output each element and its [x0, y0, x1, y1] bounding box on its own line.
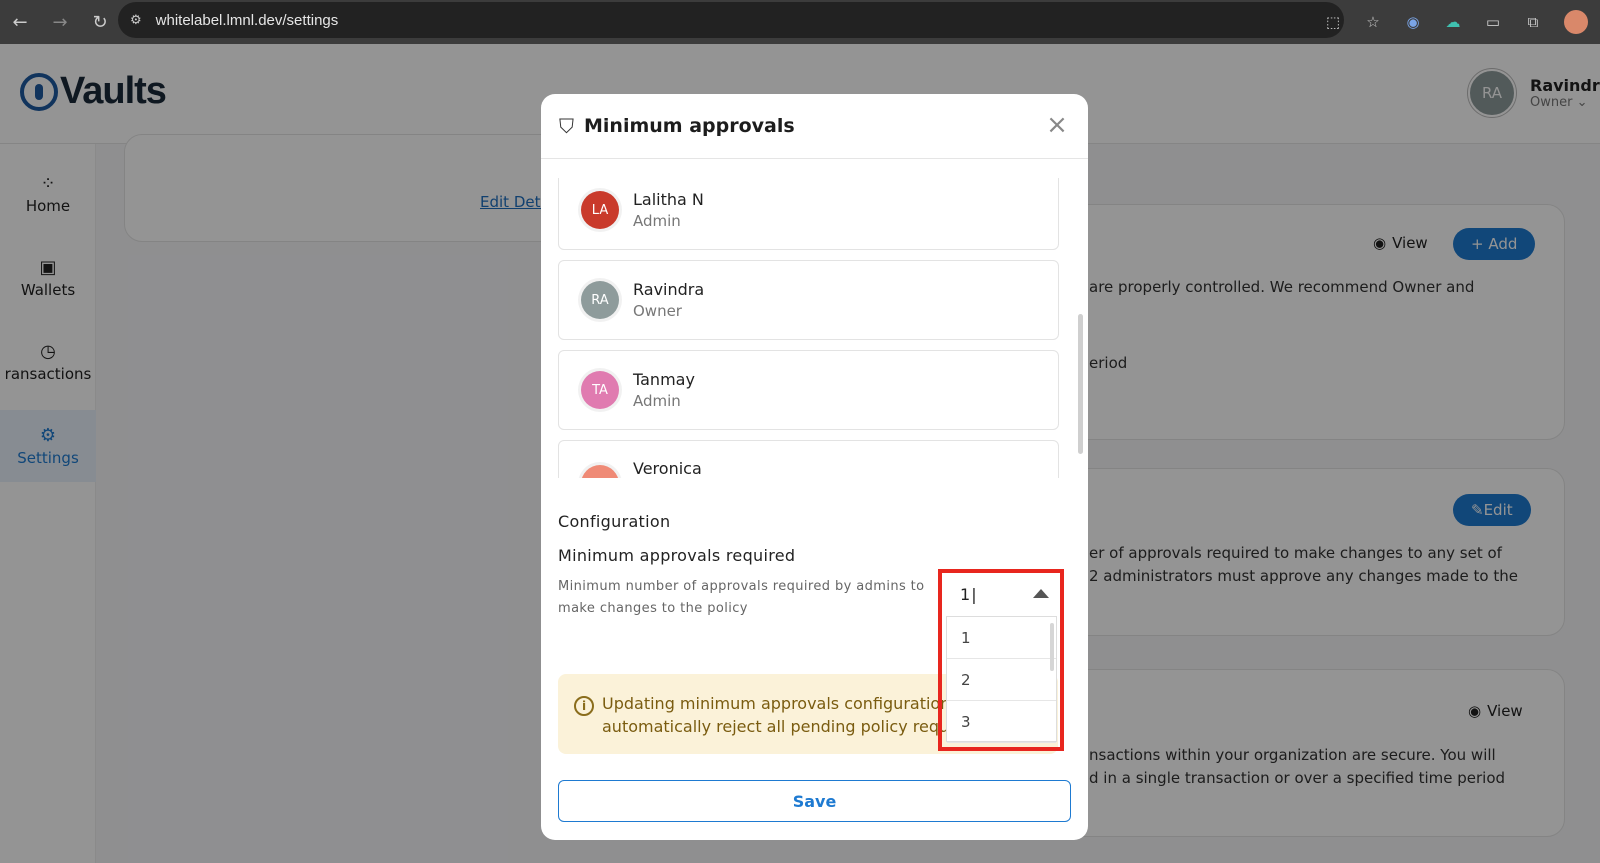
info-icon: i	[574, 696, 594, 716]
shield-icon: ⛉	[559, 114, 574, 138]
list-item[interactable]: LA Lalitha N Admin	[558, 178, 1059, 250]
member-role: Admin	[633, 212, 681, 230]
avatar: RA	[581, 281, 619, 319]
member-name: Tanmay	[633, 370, 695, 389]
cast-icon[interactable]: ▭	[1484, 13, 1502, 31]
member-role: Admin	[633, 392, 681, 410]
list-item[interactable]: TA Tanmay Admin	[558, 350, 1059, 430]
list-item[interactable]: Veronica	[558, 440, 1059, 478]
forward-icon[interactable]: →	[40, 0, 80, 44]
member-list-scrollbar[interactable]	[1078, 314, 1083, 454]
member-name: Lalitha N	[633, 190, 704, 209]
extension-cloud-icon[interactable]: ☁	[1444, 13, 1462, 31]
member-name: Veronica	[633, 459, 702, 478]
highlight-box	[938, 569, 1064, 751]
extension-icon[interactable]: ◉	[1404, 13, 1422, 31]
list-item[interactable]: RA Ravindra Owner	[558, 260, 1059, 340]
warning-line: automatically reject all pending policy …	[602, 717, 952, 736]
browser-toolbar: ← → ↻ ⚙ whitelabel.lmnl.dev/settings ⬚ ☆…	[0, 0, 1600, 44]
avatar: TA	[581, 371, 619, 409]
section-title: Configuration	[558, 512, 671, 531]
setting-description: Minimum number of approvals required by …	[558, 579, 925, 616]
back-icon[interactable]: ←	[0, 0, 40, 44]
install-app-icon[interactable]: ⬚	[1324, 13, 1342, 31]
member-list[interactable]: LA Lalitha N Admin RA Ravindra Owner TA …	[541, 178, 1088, 478]
setting-title: Minimum approvals required	[558, 546, 796, 565]
site-settings-icon[interactable]: ⚙	[130, 13, 142, 28]
member-name: Ravindra	[633, 280, 705, 299]
close-icon[interactable]: ×	[1044, 112, 1070, 138]
save-button[interactable]: Save	[558, 780, 1071, 822]
browser-profile-avatar[interactable]	[1564, 10, 1588, 34]
bookmark-star-icon[interactable]: ☆	[1364, 13, 1382, 31]
address-bar[interactable]: ⚙ whitelabel.lmnl.dev/settings	[118, 2, 1344, 38]
reload-icon[interactable]: ↻	[80, 0, 120, 44]
modal-header: ⛉ Minimum approvals ×	[541, 94, 1088, 159]
minimum-approvals-modal: ⛉ Minimum approvals × LA Lalitha N Admin…	[541, 94, 1088, 840]
extensions-puzzle-icon[interactable]: ⧉	[1524, 13, 1542, 31]
modal-title: Minimum approvals	[584, 115, 795, 137]
member-role: Owner	[633, 302, 682, 320]
avatar: LA	[581, 191, 619, 229]
warning-line: Updating minimum approvals configuration	[602, 694, 951, 713]
url-text: whitelabel.lmnl.dev/settings	[155, 11, 339, 29]
avatar	[581, 465, 619, 478]
